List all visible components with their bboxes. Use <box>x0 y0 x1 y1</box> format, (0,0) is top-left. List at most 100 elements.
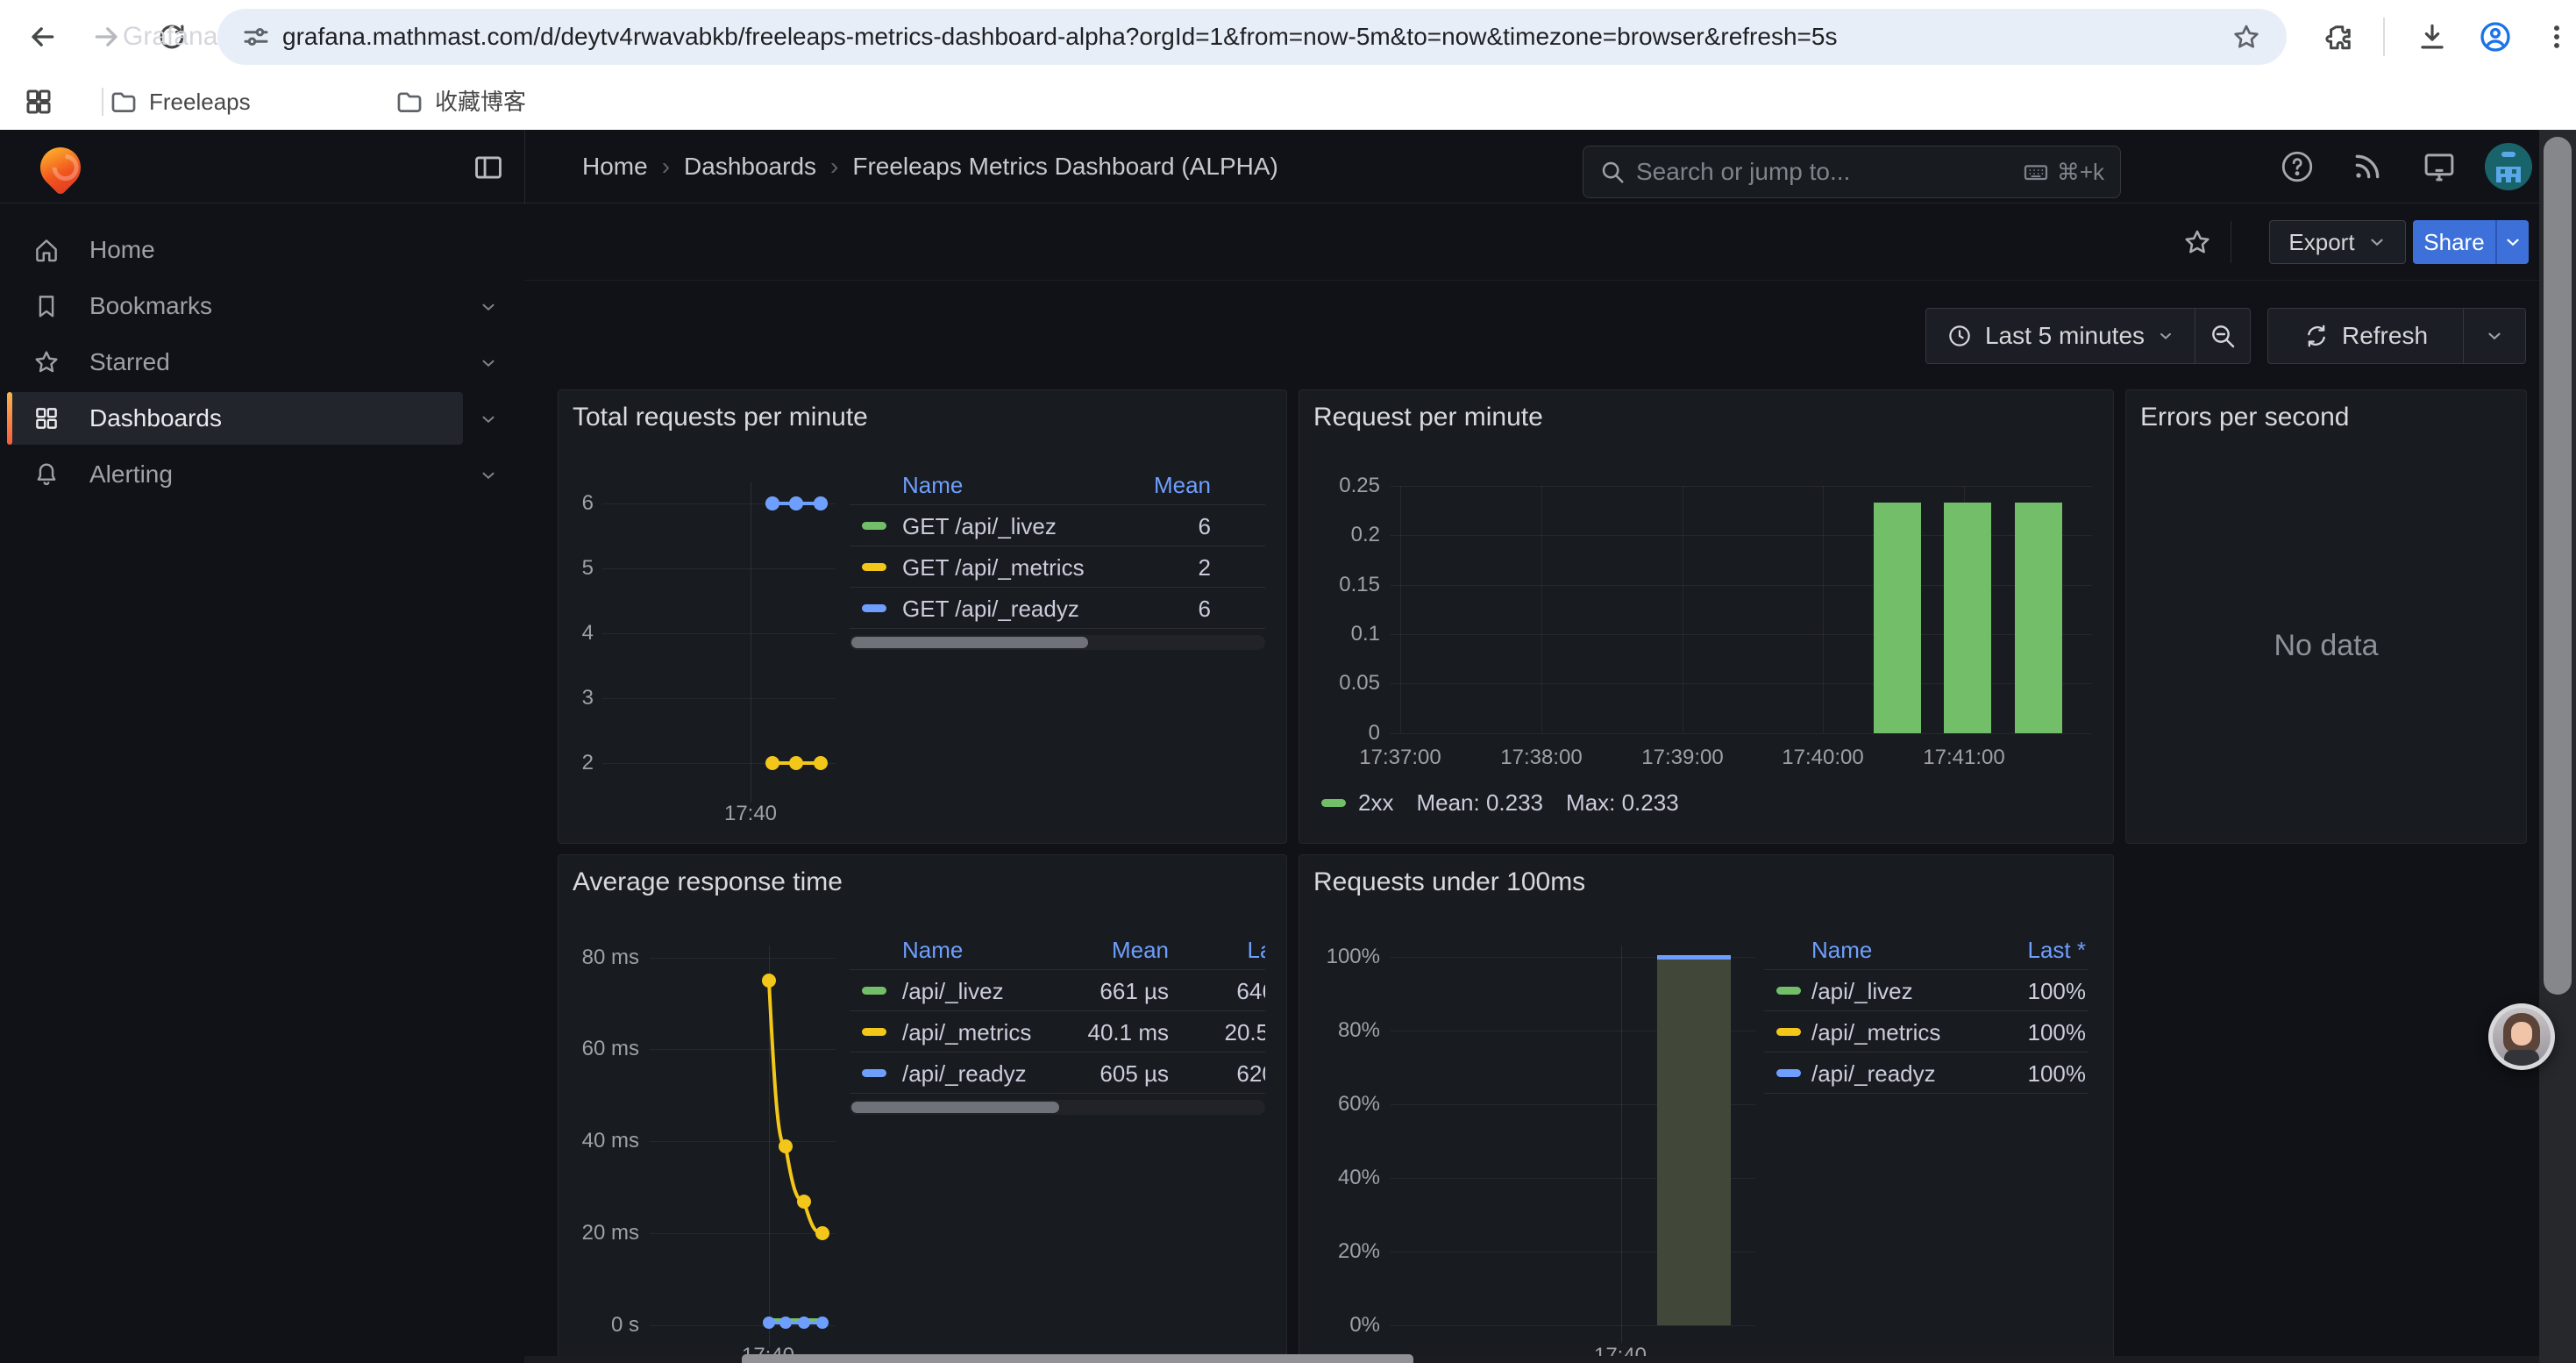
bar-under-100ms <box>1657 957 1731 1325</box>
url-bar[interactable] <box>217 9 2287 65</box>
y-axis-tick: 40% <box>1299 1165 1380 1191</box>
news-rss-icon[interactable] <box>2348 147 2387 186</box>
refresh-button[interactable]: Refresh <box>2268 309 2463 363</box>
legend-series-name[interactable]: GET /api/_livez <box>902 513 1057 540</box>
sidebar: HomeBookmarksStarredDashboardsAlerting <box>0 203 524 1363</box>
panel-average-response-time: Average response time 80 ms60 ms40 ms20 … <box>558 854 1287 1363</box>
url-input[interactable] <box>272 23 2231 51</box>
legend-bottom-border <box>850 628 1265 629</box>
apps-grid-icon[interactable] <box>23 86 54 122</box>
breadcrumb-item[interactable]: Home <box>582 153 648 181</box>
y-axis-tick: 0.2 <box>1299 522 1380 548</box>
legend-table: NameMeanGET /api/_livez6GET /api/_metric… <box>850 466 1265 650</box>
chevron-down-icon[interactable] <box>479 410 498 433</box>
series-swatch <box>1776 1069 1801 1077</box>
legend-series-name[interactable]: /api/_readyz <box>902 1060 1027 1088</box>
legend-value: 6 <box>1199 596 1211 623</box>
toolbar-divider <box>2383 18 2385 56</box>
legend-scrollbar[interactable] <box>850 635 1265 650</box>
sidebar-toggle-icon[interactable] <box>472 151 505 189</box>
chevron-down-icon[interactable] <box>479 353 498 377</box>
y-axis-tick: 2 <box>559 750 594 776</box>
gridline-h <box>602 698 836 699</box>
sidebar-item-starred[interactable]: Starred <box>0 334 524 390</box>
sidebar-item-home[interactable]: Home <box>0 222 524 278</box>
x-axis-tick: 17:37:00 <box>1359 745 1441 771</box>
legend-series-name[interactable]: /api/_metrics <box>902 1019 1031 1046</box>
horizontal-scrollbar-thumb[interactable] <box>742 1354 1413 1363</box>
gridline-v <box>1541 486 1542 733</box>
favorite-star-icon[interactable] <box>2181 226 2213 262</box>
profile-icon[interactable] <box>2476 18 2515 56</box>
panel-title[interactable]: Errors per second <box>2140 403 2349 432</box>
y-axis-tick: 0.05 <box>1299 670 1380 696</box>
data-point <box>765 496 779 510</box>
vertical-scrollbar-thumb[interactable] <box>2544 137 2572 995</box>
site-settings-icon[interactable] <box>240 21 272 53</box>
legend-row: /api/_metrics100% <box>1764 1010 2089 1052</box>
legend-series-name[interactable]: GET /api/_metrics <box>902 554 1085 582</box>
assistant-avatar-button[interactable] <box>2488 1003 2555 1070</box>
gridline-h <box>650 1049 836 1050</box>
breadcrumb-item[interactable]: Dashboards <box>684 153 816 181</box>
sidebar-item-dashboards[interactable]: Dashboards <box>0 390 524 446</box>
legend-series-name[interactable]: /api/_livez <box>902 978 1004 1005</box>
extensions-icon[interactable] <box>2320 18 2359 56</box>
gridline-h <box>602 633 836 634</box>
forward-icon[interactable] <box>88 18 126 56</box>
time-range-picker[interactable]: Last 5 minutes <box>1926 309 2195 363</box>
legend-table: NameMeanLast */api/_livez661 µs646 µs/ap… <box>850 931 1265 1115</box>
legend-value: 605 µs <box>1099 1060 1169 1088</box>
help-icon[interactable] <box>2278 147 2316 186</box>
legend-header-row: NameMeanLast * <box>850 931 1265 969</box>
legend-scrollbar-thumb[interactable] <box>851 1102 1059 1113</box>
legend-scrollbar[interactable] <box>850 1100 1265 1115</box>
keyboard-icon <box>2022 158 2050 186</box>
sidebar-item-alerting[interactable]: Alerting <box>0 446 524 503</box>
legend-value: 2 <box>1199 554 1211 582</box>
legend-row: /api/_readyz605 µs620 µs <box>850 1052 1265 1093</box>
series-swatch <box>1321 799 1346 807</box>
legend-row: /api/_readyz100% <box>1764 1052 2089 1093</box>
user-avatar[interactable] <box>2485 143 2532 190</box>
bar-2xx <box>1874 503 1921 733</box>
bookmark-icon <box>32 291 61 321</box>
bookmark-star-icon[interactable] <box>2231 21 2262 53</box>
search-input[interactable] <box>1636 158 2011 186</box>
legend-inline: 2xx Mean: 0.233 Max: 0.233 <box>1321 789 1679 817</box>
legend-series-name[interactable]: GET /api/_readyz <box>902 596 1079 623</box>
panel-errors-per-second: Errors per second No data <box>2125 389 2527 844</box>
legend-series-name[interactable]: /api/_livez <box>1811 978 1913 1005</box>
legend-series-name[interactable]: /api/_metrics <box>1811 1019 1940 1046</box>
panel-total-requests: Total requests per minute 6543217:40 Nam… <box>558 389 1287 844</box>
legend-header: Last * <box>1248 937 1266 964</box>
browser-menu-icon[interactable] <box>2537 18 2576 56</box>
sidebar-item-bookmarks[interactable]: Bookmarks <box>0 278 524 334</box>
series-swatch <box>862 563 886 571</box>
search-box[interactable]: ⌘+k <box>1583 146 2121 198</box>
kiosk-monitor-icon[interactable] <box>2420 147 2459 186</box>
data-point <box>765 756 779 770</box>
download-icon[interactable] <box>2413 18 2451 56</box>
legend-value: 40.1 ms <box>1088 1019 1170 1046</box>
zoom-out-button[interactable] <box>2195 309 2250 363</box>
breadcrumb-separator: › <box>662 153 670 181</box>
chevron-down-icon[interactable] <box>479 297 498 321</box>
chevron-down-icon[interactable] <box>479 466 498 489</box>
y-axis-tick: 80 ms <box>559 945 639 971</box>
share-button[interactable]: Share <box>2413 220 2495 264</box>
legend-item[interactable]: 2xx <box>1321 789 1393 817</box>
bar-2xx <box>2015 503 2062 733</box>
refresh-label: Refresh <box>2342 322 2428 350</box>
back-icon[interactable] <box>23 18 61 56</box>
refresh-interval-button[interactable] <box>2464 309 2525 363</box>
bookmarks-bar: Freeleaps收藏博客 <box>0 74 2576 130</box>
bar-2xx <box>1944 503 1991 733</box>
panel-request-per-minute: Request per minute 0.250.20.150.10.05017… <box>1299 389 2114 844</box>
legend-scrollbar-thumb[interactable] <box>851 637 1088 648</box>
gridline-h <box>1391 1325 1755 1326</box>
legend-series-name[interactable]: /api/_readyz <box>1811 1060 1936 1088</box>
export-button[interactable]: Export <box>2269 220 2406 264</box>
share-menu-button[interactable] <box>2495 220 2529 264</box>
home-icon <box>32 235 61 265</box>
